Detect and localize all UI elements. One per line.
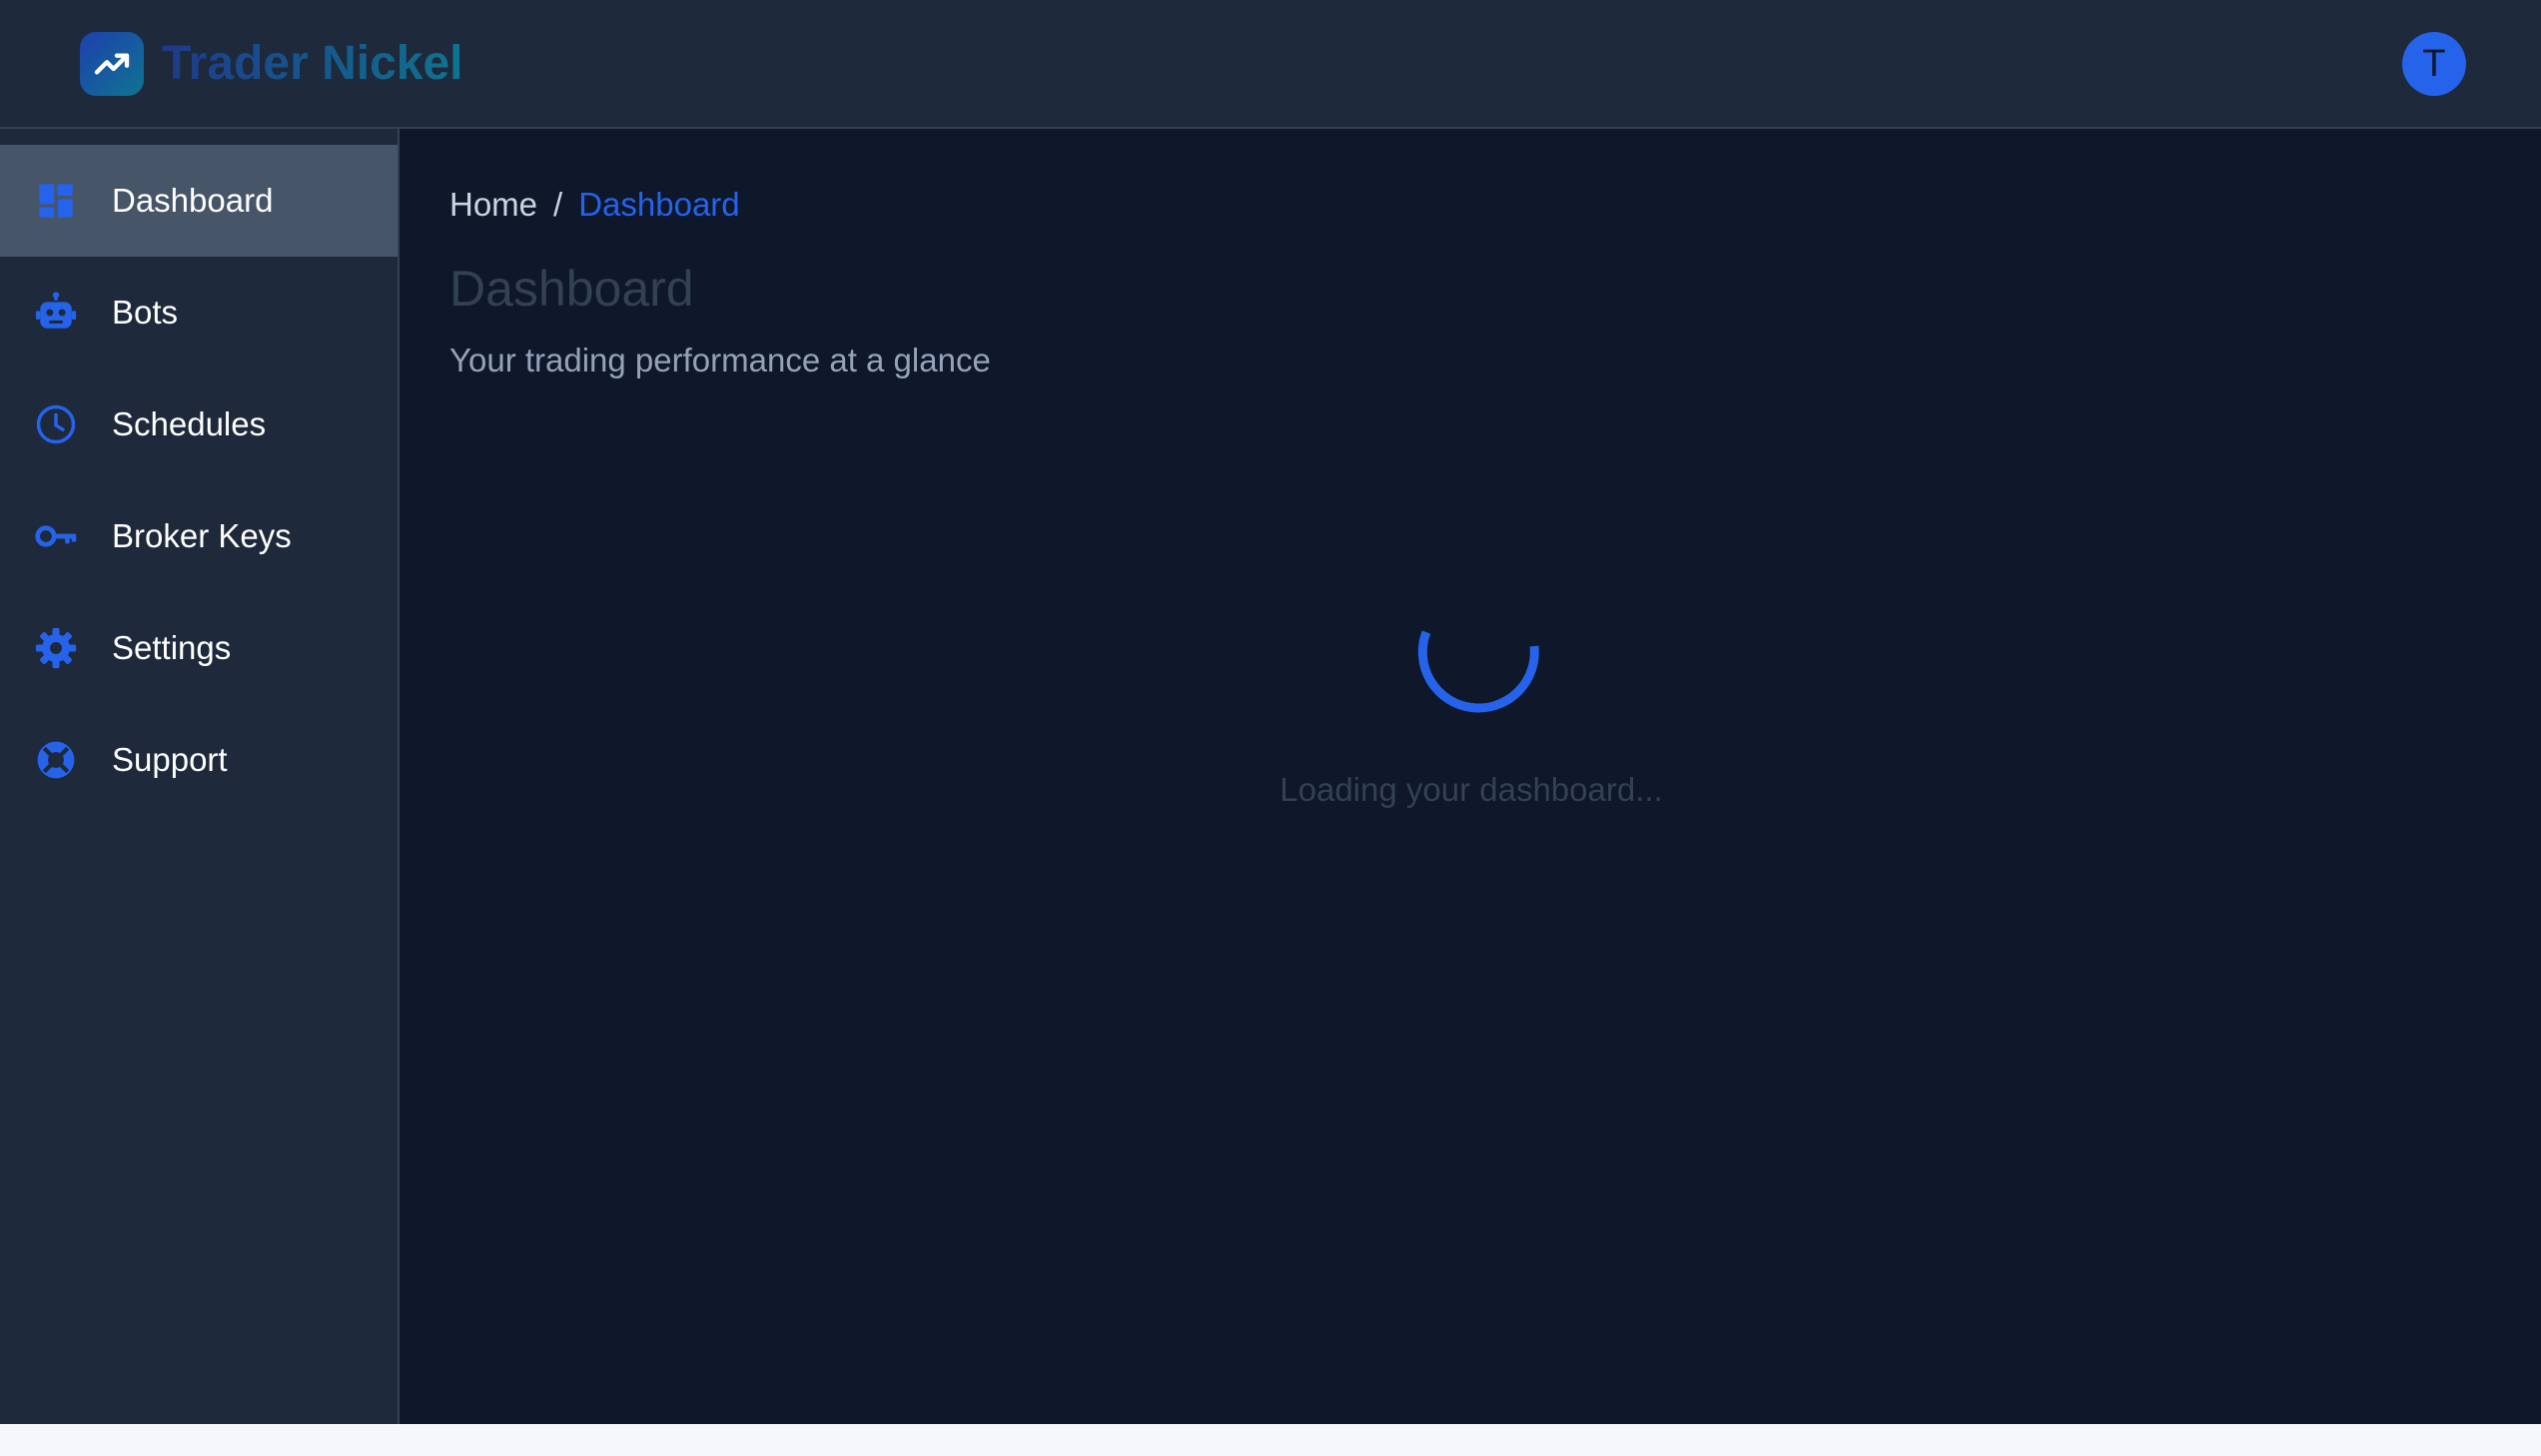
brand[interactable]: Trader Nickel bbox=[80, 32, 463, 96]
user-avatar[interactable]: T bbox=[2402, 32, 2466, 96]
sidebar: Dashboard Bots Schedules Broker Keys Set… bbox=[0, 129, 400, 1424]
sidebar-item-label: Dashboard bbox=[112, 182, 274, 219]
breadcrumb-home-link[interactable]: Home bbox=[449, 185, 537, 225]
lifebuoy-icon bbox=[34, 738, 78, 782]
sidebar-item-label: Support bbox=[112, 741, 228, 778]
sidebar-item-label: Bots bbox=[112, 294, 179, 331]
breadcrumb: Home / Dashboard bbox=[449, 185, 740, 225]
brand-name: Trader Nickel bbox=[162, 32, 463, 96]
key-icon bbox=[34, 514, 78, 558]
breadcrumb-current: Dashboard bbox=[578, 186, 740, 223]
sidebar-item-broker-keys[interactable]: Broker Keys bbox=[0, 480, 398, 592]
top-bar: Trader Nickel T bbox=[0, 0, 2541, 129]
loading-message: Loading your dashboard... bbox=[1279, 771, 1663, 808]
sidebar-item-label: Schedules bbox=[112, 405, 267, 442]
page-subtitle: Your trading performance at a glance bbox=[449, 342, 991, 378]
app-root: Trader Nickel T Dashboard Bots Schedules… bbox=[0, 0, 2541, 1424]
main-content: Home / Dashboard Dashboard Your trading … bbox=[402, 129, 2541, 1424]
sidebar-item-bots[interactable]: Bots bbox=[0, 257, 398, 368]
robot-icon bbox=[34, 291, 78, 335]
trending-up-icon bbox=[80, 32, 144, 96]
page-title: Dashboard bbox=[449, 261, 694, 317]
sidebar-item-schedules[interactable]: Schedules bbox=[0, 368, 398, 480]
sidebar-item-dashboard[interactable]: Dashboard bbox=[0, 145, 398, 257]
sidebar-item-label: Settings bbox=[112, 629, 232, 666]
breadcrumb-separator: / bbox=[553, 186, 563, 223]
loading-spinner bbox=[1416, 592, 1540, 716]
sidebar-item-label: Broker Keys bbox=[112, 517, 292, 554]
sidebar-item-settings[interactable]: Settings bbox=[0, 592, 398, 704]
dashboard-icon bbox=[34, 179, 78, 223]
clock-icon bbox=[34, 402, 78, 446]
sidebar-item-support[interactable]: Support bbox=[0, 704, 398, 816]
gear-icon bbox=[34, 626, 78, 670]
page-bottom-strip bbox=[0, 1424, 2541, 1456]
